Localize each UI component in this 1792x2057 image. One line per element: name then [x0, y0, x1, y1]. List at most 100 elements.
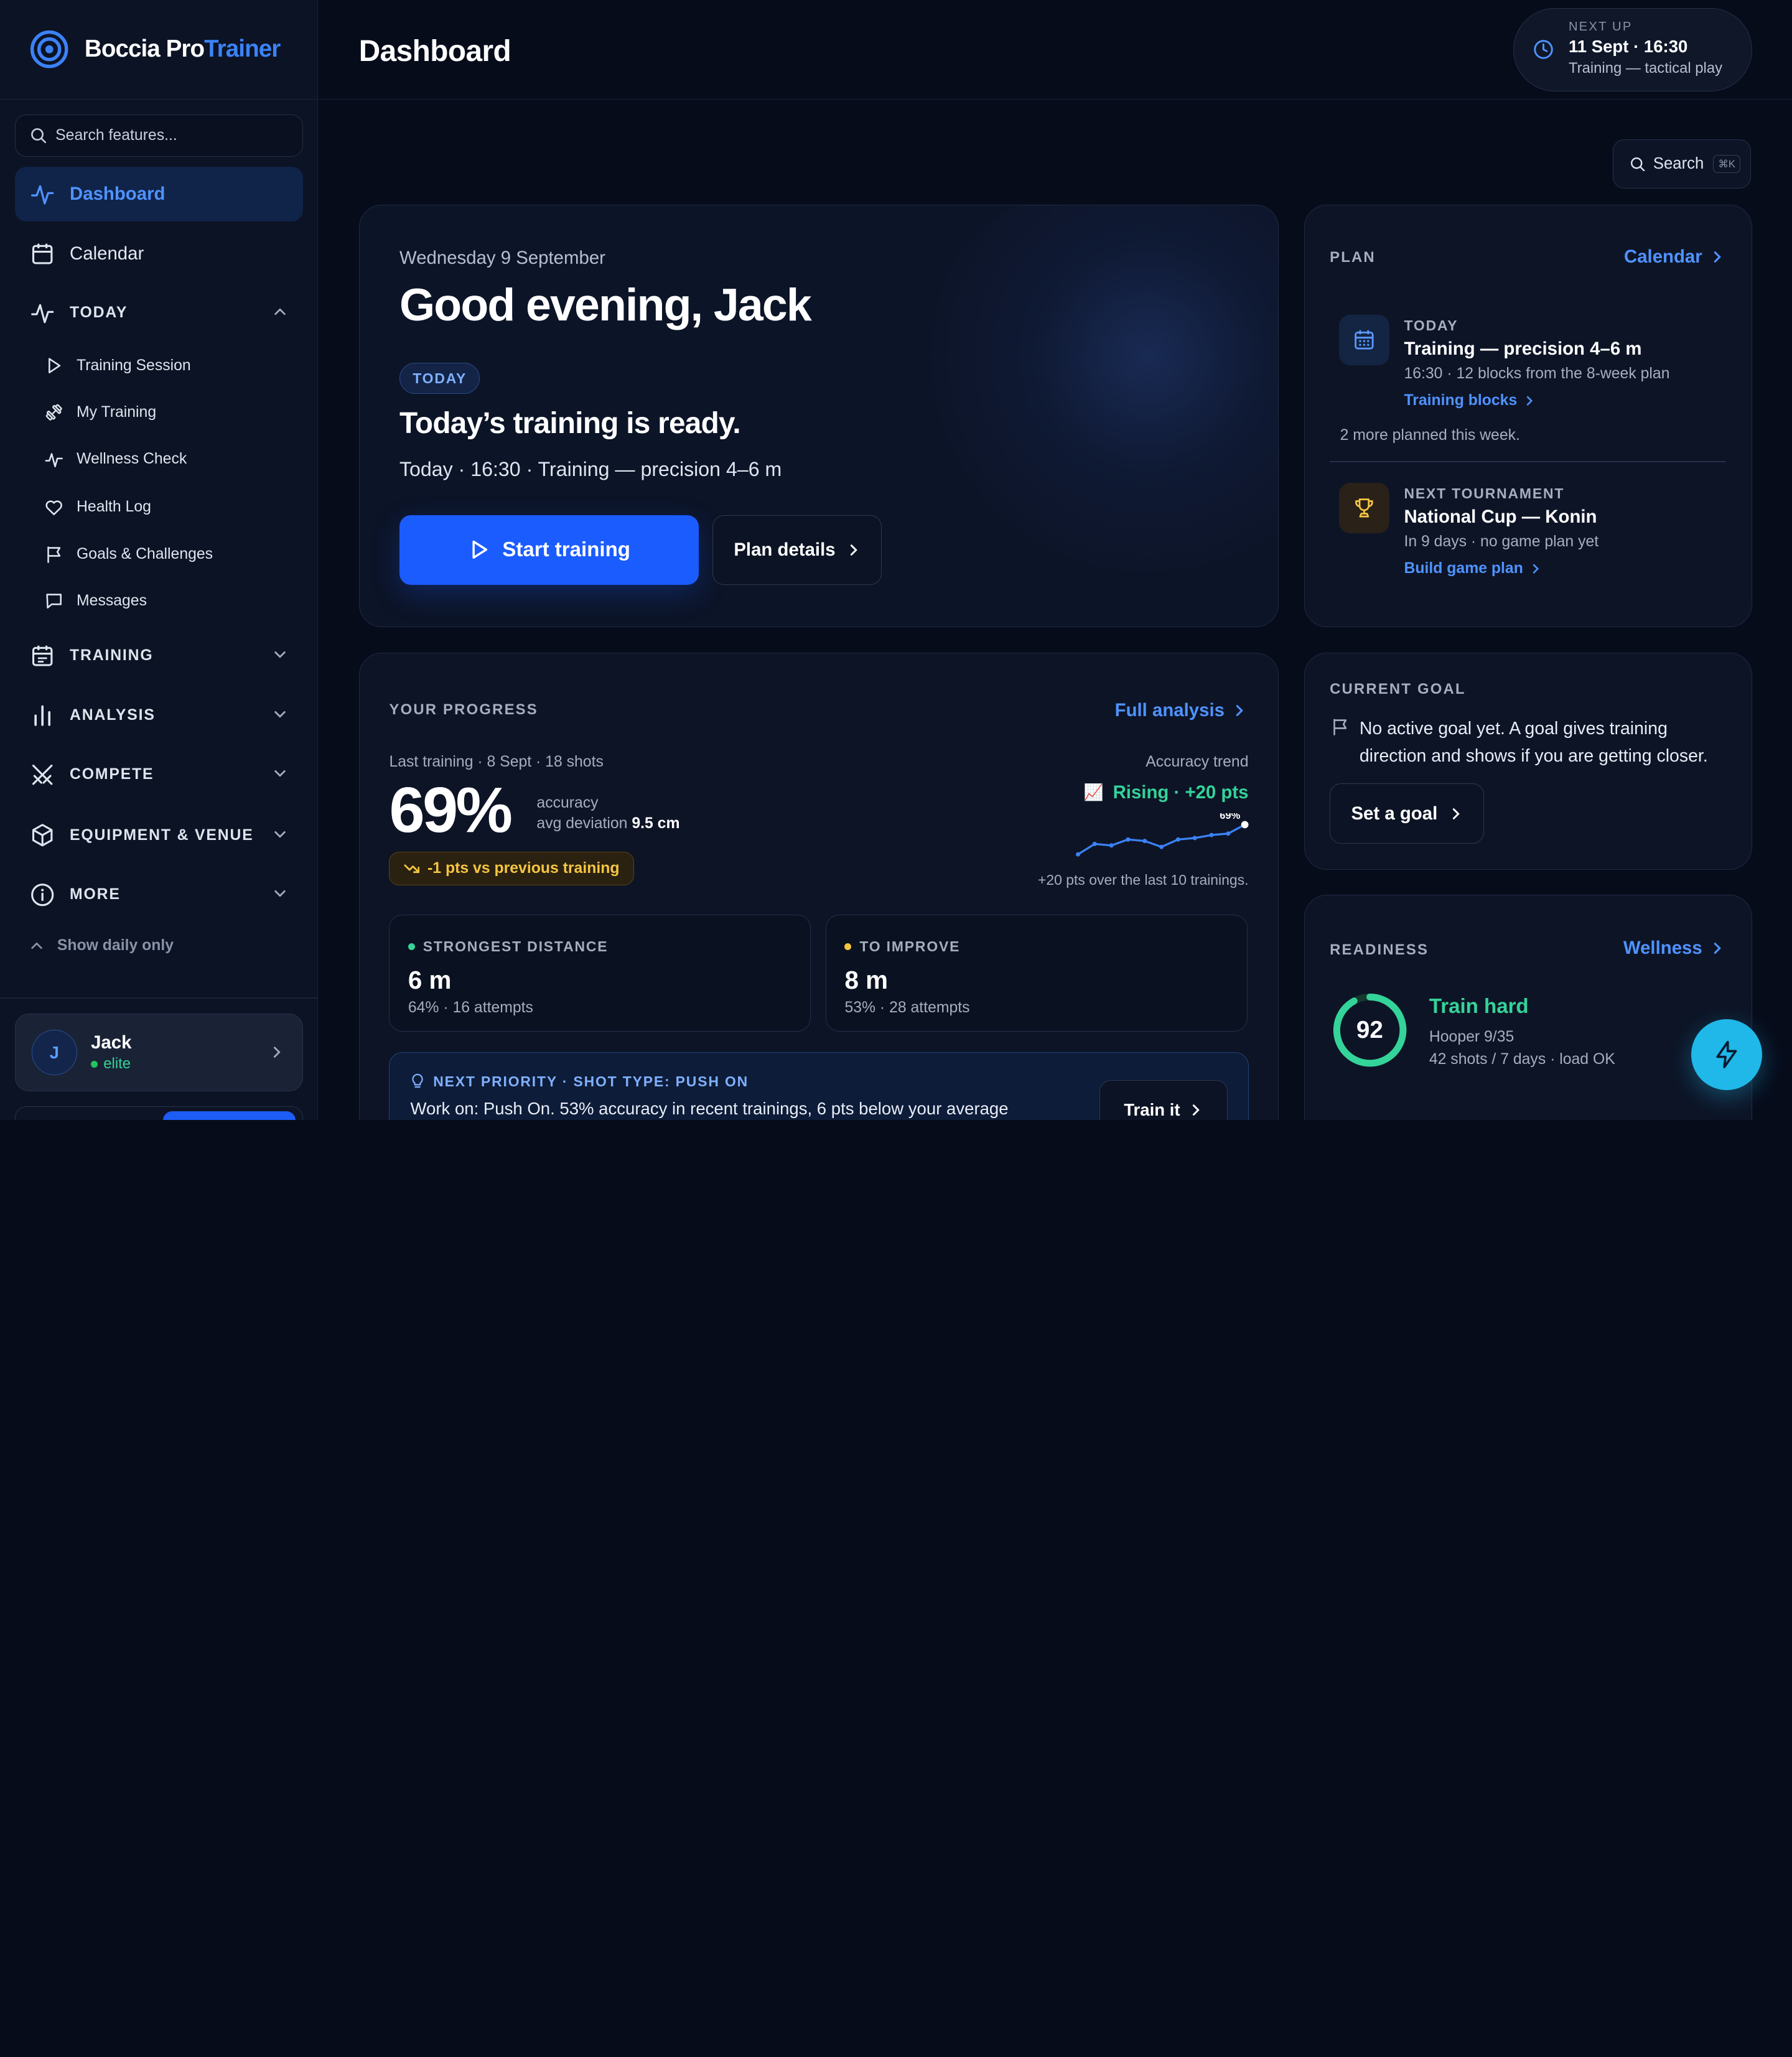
readiness-label: READINESS — [1330, 941, 1429, 958]
trophy-tile-icon — [1338, 483, 1389, 533]
nav-goals-challenges[interactable]: Goals & Challenges — [44, 537, 213, 571]
sparkline-point — [1093, 841, 1098, 846]
trend-label: Accuracy trend — [1146, 753, 1249, 771]
set-goal-button[interactable]: Set a goal — [1330, 783, 1485, 844]
clock-icon — [1534, 40, 1553, 60]
sidebar-divider — [0, 997, 318, 999]
readiness-card: READINESS Wellness 92 Train hard Hooper … — [1304, 895, 1752, 1120]
nav-calendar[interactable]: Calendar — [15, 226, 303, 281]
global-search-button[interactable]: Search ⌘K — [1612, 139, 1751, 189]
next-up-when: 11 Sept · 16:30 — [1568, 36, 1688, 56]
chevron-right-icon — [1533, 564, 1539, 574]
feature-search-input[interactable]: Search features... — [14, 114, 303, 157]
target-logo-icon — [30, 30, 68, 68]
strongest-sub: 64% · 16 attempts — [408, 999, 533, 1016]
nav-dashboard[interactable]: Dashboard — [14, 167, 303, 222]
deviation-value: 9.5 cm — [632, 814, 680, 832]
calendar-link[interactable]: Calendar — [1624, 246, 1724, 268]
lightning-icon — [1716, 1041, 1737, 1069]
strongest-distance-box: STRONGEST DISTANCE 6 m 64% · 16 attempts — [389, 915, 811, 1032]
nav-health-log[interactable]: Health Log — [44, 490, 151, 525]
flag-icon — [44, 544, 64, 564]
next-up-pill[interactable]: NEXT UP 11 Sept · 16:30 Training — tacti… — [1513, 7, 1752, 91]
section-today[interactable]: TODAY — [15, 291, 303, 336]
current-date: Wednesday 9 September — [399, 247, 605, 268]
section-analysis[interactable]: ANALYSIS — [15, 693, 303, 738]
section-compete[interactable]: COMPETE — [15, 752, 303, 798]
heart-icon — [44, 497, 64, 518]
nav-dashboard-label: Dashboard — [70, 184, 166, 205]
plan-today-block: TODAY Training — precision 4–6 m 16:30 ·… — [1404, 317, 1669, 409]
start-training-button[interactable]: Start training — [399, 515, 699, 585]
section-equipment-venue-label: EQUIPMENT & VENUE — [70, 826, 254, 844]
strongest-label: STRONGEST DISTANCE — [408, 938, 792, 955]
plan-card: PLAN Calendar TODAY Training — precision… — [1304, 204, 1752, 628]
chevron-right-icon — [1452, 808, 1460, 819]
sparkline-point — [1076, 852, 1081, 857]
section-training-label: TRAINING — [70, 647, 154, 665]
chevron-right-icon — [1193, 1104, 1200, 1116]
sparkline-end-label: 69% — [1220, 813, 1241, 821]
nav-my-training[interactable]: My Training — [44, 395, 156, 429]
section-analysis-label: ANALYSIS — [70, 706, 156, 724]
trend-value: 📈 Rising · +20 pts — [1083, 782, 1249, 803]
section-more[interactable]: MORE — [15, 872, 303, 917]
quick-action-button[interactable] — [1691, 1019, 1763, 1091]
chevron-right-icon — [1714, 251, 1721, 263]
brand[interactable]: Boccia ProTrainer — [0, 0, 317, 100]
nav-messages[interactable]: Messages — [44, 584, 147, 618]
full-analysis-link[interactable]: Full analysis — [1115, 700, 1246, 721]
chevron-right-icon — [850, 544, 857, 556]
chevron-right-icon — [1527, 396, 1533, 406]
app-root: Boccia ProTrainer Search features... Das… — [0, 0, 1792, 1120]
training-detail: Today · 16:30 · Training — precision 4–6… — [399, 457, 782, 480]
sparkline-point — [1176, 837, 1181, 842]
readiness-details: Hooper 9/35 42 shots / 7 days · load OK — [1429, 1026, 1615, 1071]
user-profile-card[interactable]: J Jack elite — [14, 1014, 303, 1092]
pulse-icon — [44, 449, 64, 470]
section-today-label: TODAY — [70, 304, 128, 322]
to-improve-box: TO IMPROVE 8 m 53% · 28 attempts — [826, 915, 1248, 1032]
hooper-score: Hooper 9/35 — [1429, 1028, 1514, 1045]
today-badge: TODAY — [399, 363, 480, 394]
training-blocks-link[interactable]: Training blocks — [1404, 392, 1669, 409]
wellness-link[interactable]: Wellness — [1623, 938, 1724, 959]
build-game-plan-link[interactable]: Build game plan — [1404, 560, 1598, 577]
activity-icon — [30, 301, 55, 325]
message-icon — [44, 591, 64, 612]
nav-training-session-label: Training Session — [77, 357, 191, 374]
yellow-dot-icon — [844, 943, 852, 951]
dumbbell-icon — [44, 403, 64, 423]
section-equipment-venue[interactable]: EQUIPMENT & VENUE — [15, 813, 303, 858]
nav-training-session[interactable]: Training Session — [44, 348, 191, 383]
plan-details-button[interactable]: Plan details — [712, 515, 882, 585]
user-info: Jack elite — [91, 1032, 131, 1073]
trend-footnote: +20 pts over the last 10 trainings. — [1037, 871, 1249, 888]
hero-glow — [908, 205, 1279, 582]
chart-emoji-icon: 📈 — [1083, 784, 1104, 802]
nav-messages-label: Messages — [77, 592, 147, 610]
strongest-value: 6 m — [408, 965, 452, 994]
improve-label: TO IMPROVE — [844, 938, 1228, 955]
sparkline-point — [1159, 844, 1164, 849]
goal-text: No active goal yet. A goal gives trainin… — [1359, 718, 1708, 766]
train-it-button[interactable]: Train it — [1099, 1080, 1228, 1120]
chevron-up-icon — [31, 942, 42, 949]
calendar-tile-icon — [1338, 315, 1389, 365]
show-daily-toggle[interactable]: Show daily only — [30, 937, 174, 954]
flag-icon — [1333, 718, 1347, 735]
brand-name: Boccia ProTrainer — [84, 35, 281, 63]
sidebar-bottom-active-segment[interactable] — [162, 1111, 296, 1120]
section-training[interactable]: TRAINING — [15, 633, 303, 679]
tournament-sub: In 9 days · no game plan yet — [1404, 533, 1599, 551]
chevron-right-icon — [274, 1047, 281, 1058]
hero-card: Wednesday 9 September Good evening, Jack… — [358, 204, 1279, 628]
trending-down-icon — [403, 864, 419, 873]
sidebar-bottom-control[interactable] — [14, 1106, 303, 1120]
box-icon — [30, 823, 55, 847]
nav-wellness-check[interactable]: Wellness Check — [44, 442, 187, 477]
crossed-swords-icon — [30, 762, 55, 787]
training-ready-headline: Today’s training is ready. — [399, 407, 741, 441]
sparkline-point — [1226, 831, 1231, 836]
progress-card: YOUR PROGRESS Full analysis Last trainin… — [358, 652, 1279, 1120]
